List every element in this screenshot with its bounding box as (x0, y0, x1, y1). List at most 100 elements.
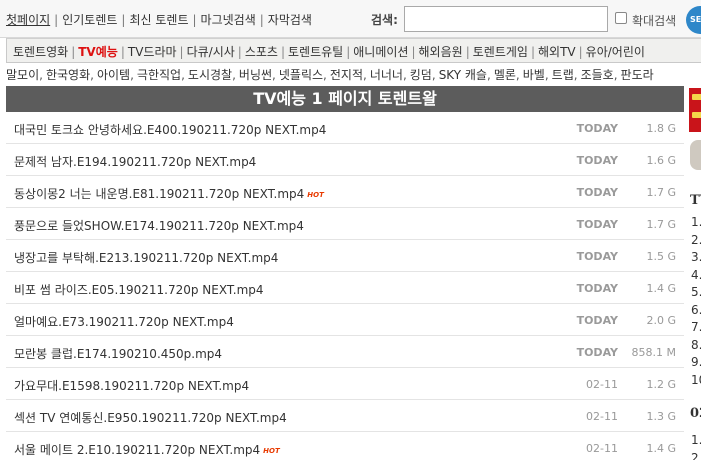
torrent-title[interactable]: 섹션 TV 연예통신.E950.190211.720p NEXT.mp4 (14, 409, 287, 426)
category-item[interactable]: 해외TV (538, 45, 576, 59)
list-header: TV예능 1 페이지 토렌트왈 (6, 86, 684, 112)
category-item[interactable]: TV예능 (78, 45, 118, 59)
torrent-title[interactable]: 동상이몽2 너는 내운명.E81.190211.720p NEXT.mp4 HOT (14, 185, 324, 202)
torrent-title[interactable]: 대국민 토크쇼 안녕하세요.E400.190211.720p NEXT.mp4 (14, 121, 326, 138)
side-rank-number[interactable]: 7. (691, 319, 701, 337)
tag-link[interactable]: 말모이 (6, 68, 39, 82)
side-rank-number[interactable]: 8. (691, 337, 701, 355)
torrent-title-text: 섹션 TV 연예통신.E950.190211.720p NEXT.mp4 (14, 411, 287, 425)
torrent-date: 02-11 (586, 442, 618, 455)
torrent-date: 02-11 (586, 410, 618, 423)
table-row[interactable]: 가요무대.E1598.190211.720p NEXT.mp4 02-11 1.2 … (6, 368, 684, 400)
torrent-size: 1.5 G (646, 250, 676, 263)
tag-link[interactable]: 버닝썬 (239, 68, 272, 82)
tag-link[interactable]: 아이템 (97, 68, 130, 82)
torrent-list: 대국민 토크쇼 안녕하세요.E400.190211.720p NEXT.mp4 T… (6, 112, 684, 460)
table-row[interactable]: 풍문으로 들었SHOW.E174.190211.720p NEXT.mp4 TOD… (6, 208, 684, 240)
category-item[interactable]: 유아/어린이 (586, 45, 645, 59)
tag-link[interactable]: 넷플릭스 (279, 68, 323, 82)
side-rank-number[interactable]: 9. (691, 354, 701, 372)
side-ranking-title: TV (690, 193, 701, 208)
side-rank-number[interactable]: 1. (691, 432, 701, 450)
table-row[interactable]: 서울 메이트 2.E10.190211.720p NEXT.mp4 HOT 02-1… (6, 432, 684, 460)
category-item[interactable]: 토렌트영화 (13, 45, 68, 59)
table-row[interactable]: 냉장고를 부탁해.E213.190211.720p NEXT.mp4 TODAY 1… (6, 240, 684, 272)
torrent-title[interactable]: 풍문으로 들었SHOW.E174.190211.720p NEXT.mp4 (14, 217, 304, 234)
torrent-date: TODAY (576, 346, 618, 359)
category-item[interactable]: 애니메이션 (353, 45, 408, 59)
torrent-title-text: 문제적 남자.E194.190211.720p NEXT.mp4 (14, 155, 257, 169)
side-date-list: 1.2. (691, 432, 701, 460)
torrent-title[interactable]: 얼마예요.E73.190211.720p NEXT.mp4 (14, 313, 234, 330)
side-avatar (690, 140, 701, 170)
side-rank-number[interactable]: 4. (691, 267, 701, 285)
torrent-title[interactable]: 냉장고를 부탁해.E213.190211.720p NEXT.mp4 (14, 249, 278, 266)
tag-link[interactable]: 한국영화 (46, 68, 90, 82)
tag-link[interactable]: 판도라 (621, 68, 654, 82)
torrent-size: 1.2 G (646, 378, 676, 391)
tag-link[interactable]: SKY 캐슬 (439, 68, 487, 82)
table-row[interactable]: 비포 썸 라이즈.E05.190211.720p NEXT.mp4 TODAY 1.… (6, 272, 684, 304)
search-button[interactable]: SE (686, 6, 701, 34)
side-rank-number[interactable]: 2. (691, 450, 701, 460)
table-row[interactable]: 문제적 남자.E194.190211.720p NEXT.mp4 TODAY 1.6… (6, 144, 684, 176)
torrent-title[interactable]: 모란봉 클럽.E174.190210.450p.mp4 (14, 345, 222, 362)
category-item[interactable]: 해외음원 (419, 45, 463, 59)
side-rank-number[interactable]: 6. (691, 302, 701, 320)
torrent-date: TODAY (576, 218, 618, 231)
tag-link[interactable]: 바벨 (523, 68, 545, 82)
category-item[interactable]: 토렌트게임 (473, 45, 528, 59)
table-row[interactable]: 얼마예요.E73.190211.720p NEXT.mp4 TODAY 2.0 G (6, 304, 684, 336)
tag-link[interactable]: 킹덤 (410, 68, 432, 82)
category-item[interactable]: 스포츠 (245, 45, 278, 59)
torrent-title[interactable]: 가요무대.E1598.190211.720p NEXT.mp4 (14, 377, 249, 394)
torrent-title-text: 동상이몽2 너는 내운명.E81.190211.720p NEXT.mp4 (14, 187, 305, 201)
side-rank-number[interactable]: 10 (691, 372, 701, 390)
category-item[interactable]: 토렌트유틸 (288, 45, 343, 59)
table-row[interactable]: 동상이몽2 너는 내운명.E81.190211.720p NEXT.mp4 HOT… (6, 176, 684, 208)
table-row[interactable]: 모란봉 클럽.E174.190210.450p.mp4 TODAY 858.1 M (6, 336, 684, 368)
torrent-date: TODAY (576, 250, 618, 263)
tag-row: 말모이, 한국영화, 아이템, 극한직업, 도시경찰, 버닝썬, 넷플릭스, 전지적, 너너너,… (6, 68, 654, 82)
torrent-size: 1.4 G (646, 442, 676, 455)
side-rank-number[interactable]: 5. (691, 284, 701, 302)
nav-link-subtitle-search[interactable]: 자막검색 (268, 13, 312, 27)
nav-link-magnet-search[interactable]: 마그넷검색 (201, 13, 256, 27)
zoom-search-checkbox[interactable] (615, 12, 627, 24)
category-item[interactable]: 다큐/시사 (187, 45, 235, 59)
torrent-title-text: 냉장고를 부탁해.E213.190211.720p NEXT.mp4 (14, 251, 279, 265)
torrent-size: 1.8 G (646, 122, 676, 135)
torrent-size: 1.4 G (646, 282, 676, 295)
torrent-title-text: 모란봉 클럽.E174.190210.450p.mp4 (14, 347, 223, 361)
side-rank-number[interactable]: 1. (691, 214, 701, 232)
torrent-title-text: 대국민 토크쇼 안녕하세요.E400.190211.720p NEXT.mp4 (14, 123, 327, 137)
tag-link[interactable]: 전지적 (330, 68, 363, 82)
nav-link-home[interactable]: 첫페이지 (6, 13, 50, 27)
tag-link[interactable]: 조들호 (581, 68, 614, 82)
torrent-title[interactable]: 문제적 남자.E194.190211.720p NEXT.mp4 (14, 153, 256, 170)
torrent-date: TODAY (576, 186, 618, 199)
torrent-title[interactable]: 서울 메이트 2.E10.190211.720p NEXT.mp4 HOT (14, 441, 280, 458)
torrent-date: TODAY (576, 282, 618, 295)
tag-link[interactable]: 멜론 (494, 68, 516, 82)
category-item[interactable]: TV드라마 (128, 45, 177, 59)
side-banner[interactable] (689, 88, 701, 132)
table-row[interactable]: 대국민 토크쇼 안녕하세요.E400.190211.720p NEXT.mp4 T… (6, 112, 684, 144)
tag-link[interactable]: 너너너 (370, 68, 403, 82)
torrent-size: 1.7 G (646, 186, 676, 199)
torrent-title[interactable]: 비포 썸 라이즈.E05.190211.720p NEXT.mp4 (14, 281, 264, 298)
side-rank-number[interactable]: 3. (691, 249, 701, 267)
hot-icon: HOT (307, 191, 324, 199)
tag-link[interactable]: 트랩 (552, 68, 574, 82)
nav-link-latest[interactable]: 최신 토렌트 (129, 13, 188, 27)
tag-link[interactable]: 극한직업 (137, 68, 181, 82)
category-list: 토렌트영화 | TV예능 | TV드라마 | 다큐/시사 | 스포츠 | 토렌트유틸 | 애니메이션 | 해… (13, 45, 645, 59)
search-input[interactable] (404, 6, 608, 32)
torrent-title-text: 비포 썸 라이즈.E05.190211.720p NEXT.mp4 (14, 283, 264, 297)
tag-link[interactable]: 도시경찰 (188, 68, 232, 82)
side-rank-number[interactable]: 2. (691, 232, 701, 250)
torrent-date: TODAY (576, 122, 618, 135)
table-row[interactable]: 섹션 TV 연예통신.E950.190211.720p NEXT.mp4 02-1… (6, 400, 684, 432)
zoom-search-label[interactable]: 확대검색 (632, 12, 676, 29)
nav-link-popular[interactable]: 인기토렌트 (62, 13, 117, 27)
